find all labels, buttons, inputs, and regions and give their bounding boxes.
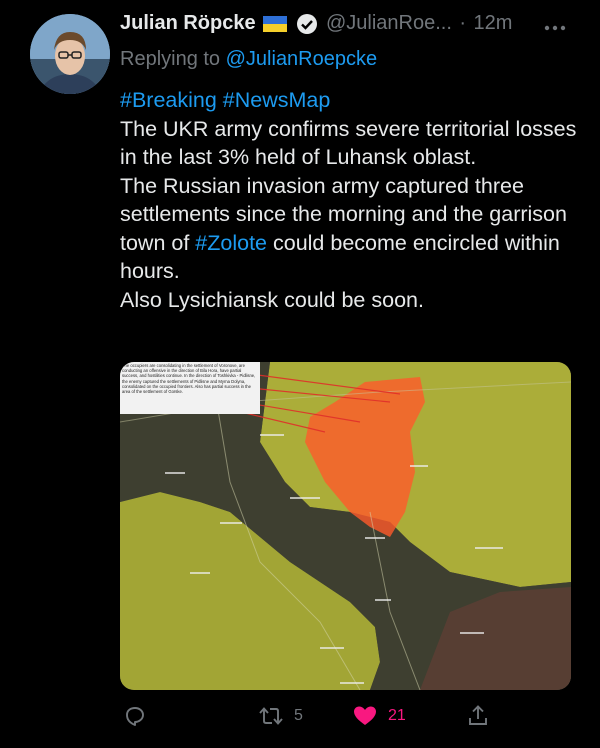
avatar-photo — [30, 14, 110, 94]
tweet-media-map[interactable]: The occupiers are consolidating in the s… — [120, 362, 571, 690]
reply-button[interactable] — [123, 704, 147, 728]
tweet-line-1: The UKR army confirms severe territorial… — [120, 116, 577, 170]
tweet-line-3: Also Lysichiansk could be soon. — [120, 287, 424, 312]
tweet-text: #Breaking #NewsMap The UKR army confirms… — [120, 86, 580, 314]
retweet-count: 5 — [294, 707, 303, 724]
tweet-header: Julian Röpcke @JulianRoe... · 12m — [120, 12, 590, 42]
replying-to-link[interactable]: @JulianRoepcke — [226, 48, 378, 70]
share-icon — [469, 705, 487, 725]
replying-to: Replying to @JulianRoepcke — [120, 48, 377, 71]
like-button[interactable]: 21 — [352, 704, 406, 728]
action-bar: 5 21 — [120, 700, 580, 734]
ukraine-flag-icon — [263, 15, 288, 32]
hashtag-zolote[interactable]: #Zolote — [195, 231, 267, 255]
display-name[interactable]: Julian Röpcke — [120, 12, 256, 34]
map-image: The occupiers are consolidating in the s… — [120, 362, 571, 690]
like-count: 21 — [388, 707, 406, 724]
retweet-button[interactable]: 5 — [258, 704, 303, 728]
replying-to-label: Replying to — [120, 48, 221, 70]
reply-icon — [126, 707, 144, 726]
share-button[interactable] — [466, 704, 490, 728]
hashtags[interactable]: #Breaking #NewsMap — [120, 86, 580, 115]
verified-badge-icon — [296, 13, 317, 34]
more-options-button[interactable] — [544, 18, 566, 36]
tweet-line-2: The Russian invasion army captured three… — [120, 172, 580, 286]
more-icon — [544, 25, 566, 31]
user-handle[interactable]: @JulianRoe... — [326, 12, 452, 34]
separator-dot: · — [459, 12, 467, 34]
retweet-icon — [259, 707, 283, 725]
heart-icon — [354, 706, 376, 725]
avatar[interactable] — [30, 14, 110, 94]
map-note: The occupiers are consolidating in the s… — [122, 363, 256, 395]
timestamp[interactable]: 12m — [473, 12, 512, 34]
